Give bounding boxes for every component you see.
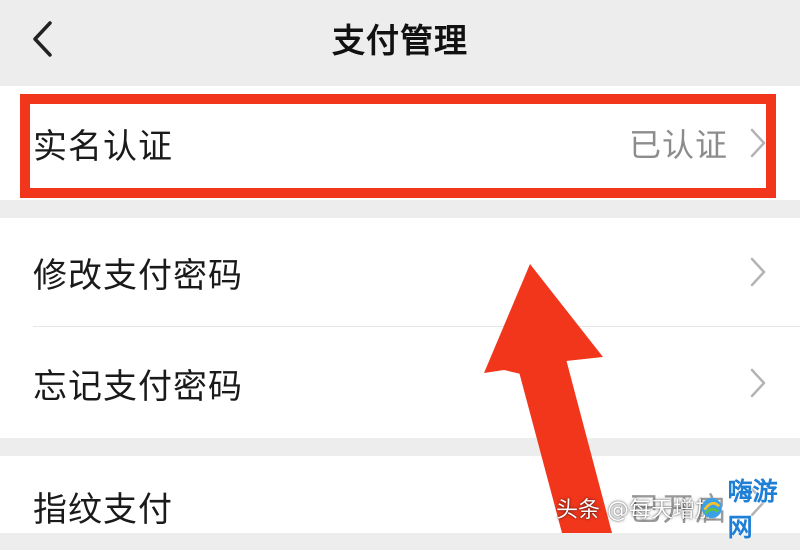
row-label: 修改支付密码 [33, 256, 243, 296]
site-logo-icon [701, 497, 722, 519]
settings-group-password: 修改支付密码 忘记支付密码 [0, 218, 800, 438]
chevron-right-icon [750, 257, 766, 287]
verification-status: 已认证 [628, 126, 728, 164]
row-change-pay-password[interactable]: 修改支付密码 [0, 218, 800, 326]
nav-bar: 支付管理 [0, 0, 800, 86]
site-logo-text: 嗨游网 [727, 477, 778, 542]
row-label: 指纹支付 [33, 490, 173, 530]
row-divider [33, 326, 800, 327]
row-label: 忘记支付密码 [33, 367, 243, 407]
row-forgot-pay-password[interactable]: 忘记支付密码 [0, 328, 800, 438]
chevron-right-icon [750, 368, 766, 398]
row-real-name-verification[interactable]: 实名认证 已认证 [0, 86, 800, 200]
row-label: 实名认证 [33, 127, 173, 167]
chevron-right-icon [750, 128, 766, 158]
page-title: 支付管理 [332, 21, 468, 60]
settings-group-verification: 实名认证 已认证 [0, 86, 800, 200]
site-logo: 嗨游网 [700, 477, 796, 542]
watermark-text: 头条 @每天增加 [556, 498, 717, 523]
